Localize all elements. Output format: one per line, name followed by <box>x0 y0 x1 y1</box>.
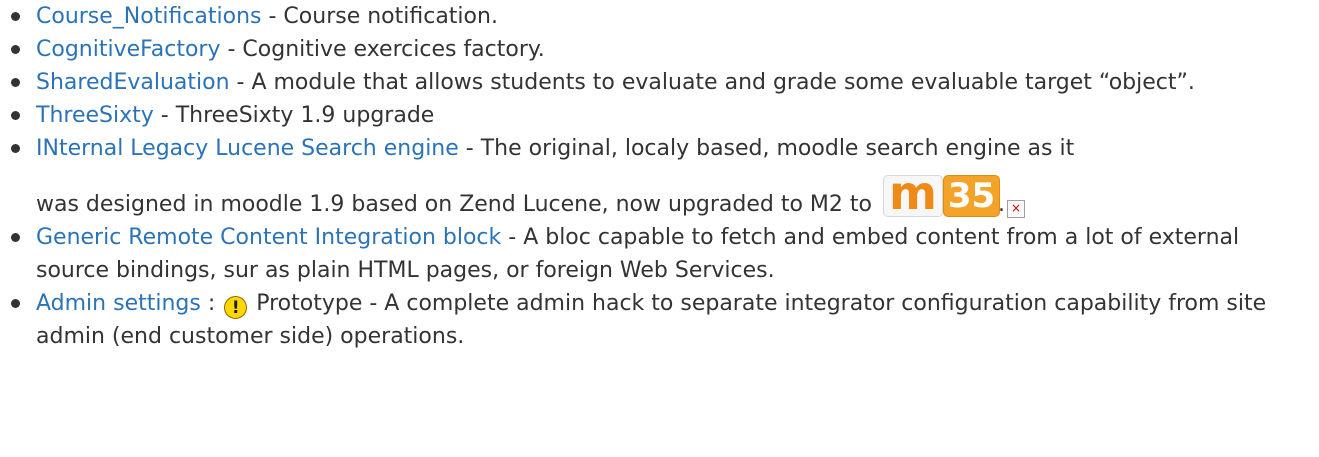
item-description: - Cognitive exercices factory. <box>220 37 545 62</box>
logo-letter: m <box>882 170 943 217</box>
lucene-search-engine-link[interactable]: INternal Legacy Lucene Search engine <box>36 136 459 161</box>
item-description-continued: was designed in moodle 1.9 based on Zend… <box>36 170 1025 221</box>
course-notifications-link[interactable]: Course_Notifications <box>36 4 262 29</box>
bullet <box>11 144 20 153</box>
item-description-line2: was designed in moodle 1.9 based on Zend… <box>36 192 879 217</box>
item-separator: : <box>200 291 223 316</box>
bullet <box>11 78 20 87</box>
threesixty-link[interactable]: ThreeSixty <box>36 103 154 128</box>
extension-list: Course_Notifications - Course notificati… <box>0 0 1319 353</box>
item-description: - A module that allows students to evalu… <box>229 70 1195 95</box>
bullet <box>11 299 20 308</box>
bullet <box>11 233 20 242</box>
bullet <box>11 45 20 54</box>
item-description: - Course notification. <box>261 4 498 29</box>
list-item: Generic Remote Content Integration block… <box>0 221 1319 287</box>
list-item: ThreeSixty - ThreeSixty 1.9 upgrade <box>0 99 1319 132</box>
bullet <box>11 111 20 120</box>
broken-image-icon: × <box>1006 200 1025 218</box>
list-item: Admin settings : ! Prototype - A complet… <box>0 287 1319 353</box>
list-item: CognitiveFactory - Cognitive exercices f… <box>0 33 1319 66</box>
logo-number: 35 <box>942 175 1000 217</box>
shared-evaluation-link[interactable]: SharedEvaluation <box>36 70 230 95</box>
list-item: SharedEvaluation - A module that allows … <box>0 66 1319 99</box>
bullet <box>11 12 20 21</box>
list-item: INternal Legacy Lucene Search engine - T… <box>0 132 1319 221</box>
remote-content-block-link[interactable]: Generic Remote Content Integration block <box>36 225 501 250</box>
admin-settings-link[interactable]: Admin settings <box>36 291 201 316</box>
item-description: - ThreeSixty 1.9 upgrade <box>153 103 435 128</box>
warning-icon: ! <box>224 296 248 319</box>
cognitive-factory-link[interactable]: CognitiveFactory <box>36 37 221 62</box>
m35-logo: m 35 <box>882 170 1000 217</box>
list-item: Course_Notifications - Course notificati… <box>0 0 1319 33</box>
item-description: - The original, localy based, moodle sea… <box>458 136 1075 161</box>
